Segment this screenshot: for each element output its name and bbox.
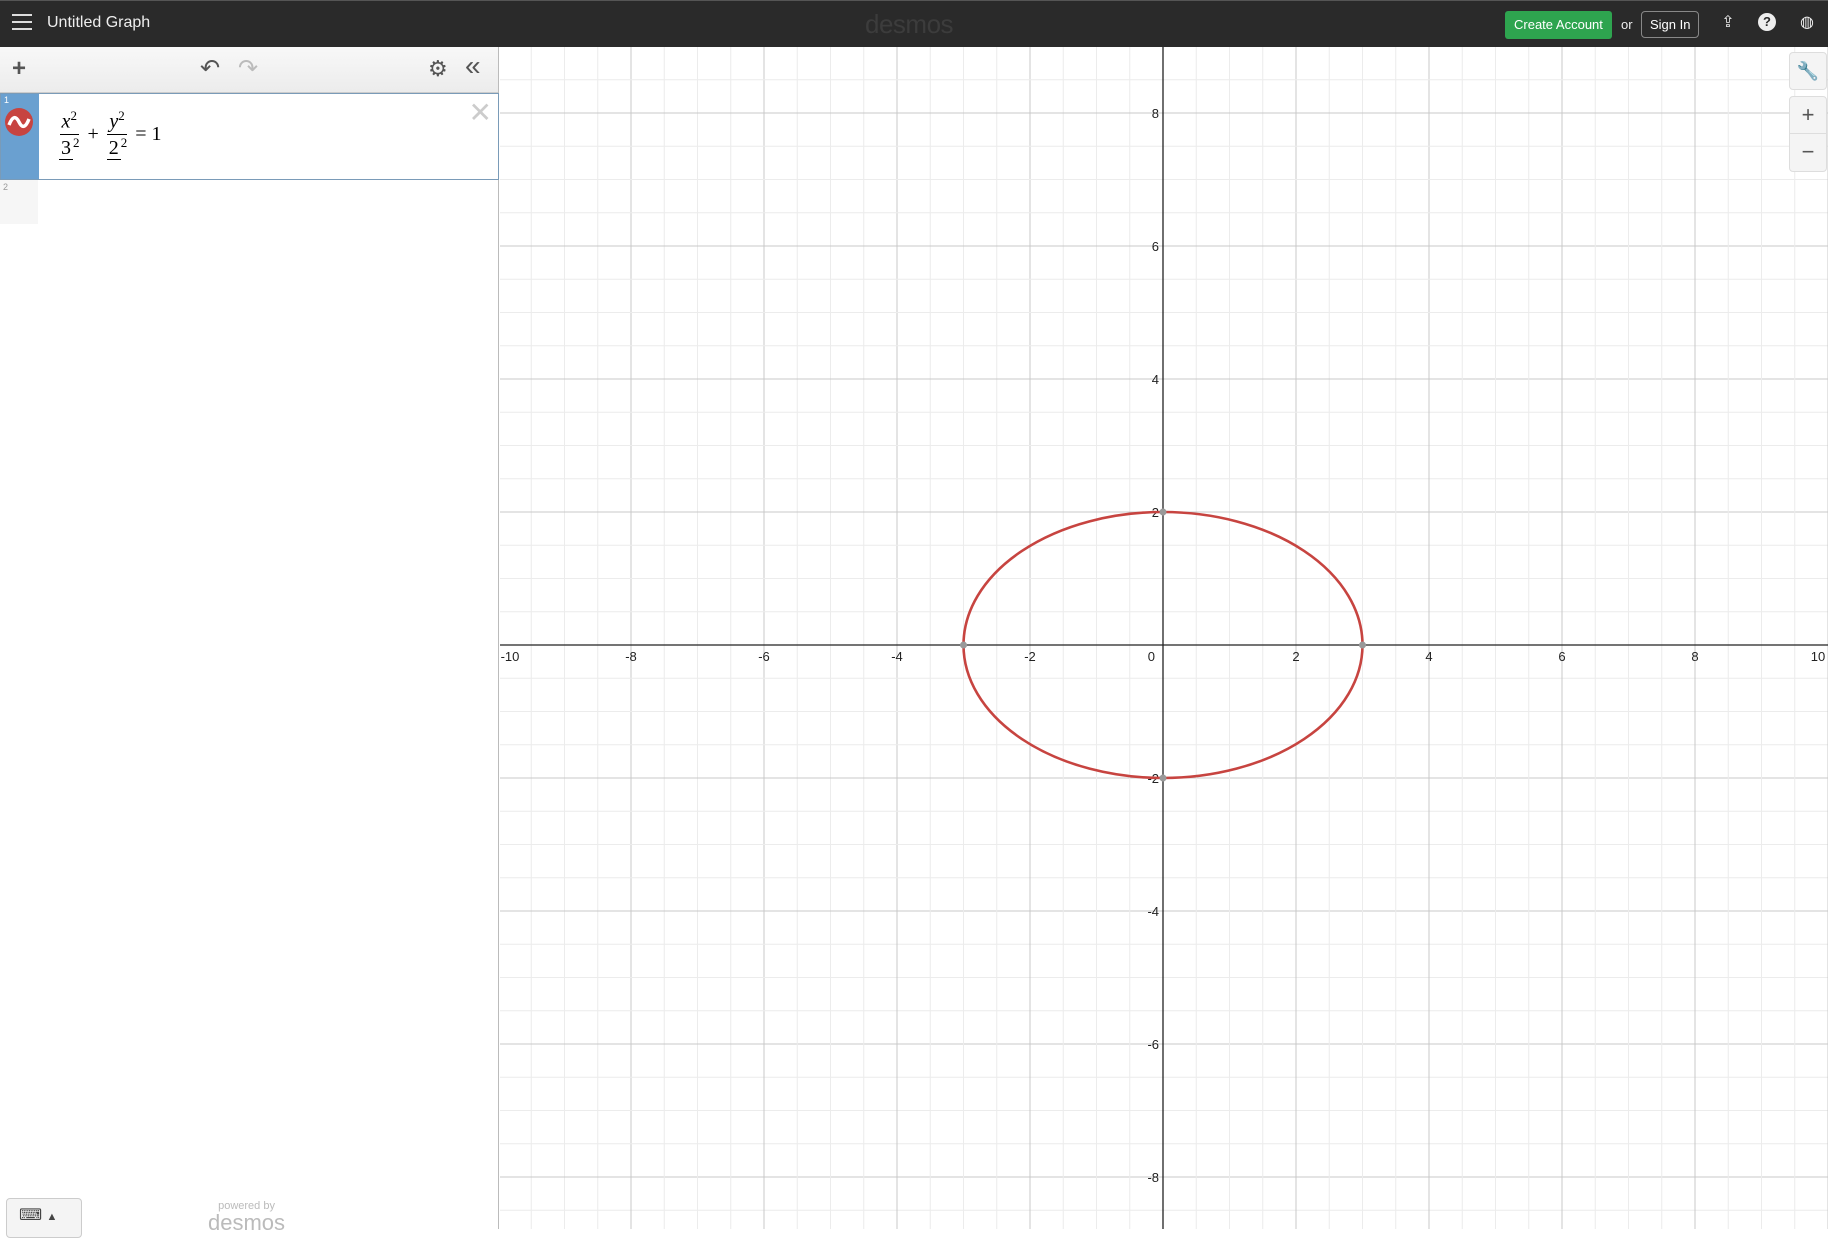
point-of-interest bbox=[1159, 774, 1167, 782]
fraction-y: y2 2 2 bbox=[106, 108, 128, 161]
undo-button[interactable]: ↶ bbox=[200, 56, 220, 82]
y-tick-label: -4 bbox=[1147, 904, 1159, 919]
x-tick-label: 8 bbox=[1691, 649, 1698, 664]
fraction-x: x2 3 2 bbox=[59, 108, 80, 161]
exponent: 2 bbox=[120, 134, 128, 150]
denominator: 2 bbox=[106, 137, 121, 161]
y-tick-label: -6 bbox=[1147, 1037, 1159, 1052]
x-tick-label: 4 bbox=[1425, 649, 1432, 664]
y-tick-label: 8 bbox=[1152, 106, 1159, 121]
x-tick-label: -10 bbox=[501, 649, 520, 664]
x-tick-label: 2 bbox=[1292, 649, 1299, 664]
settings-gear-icon[interactable]: ⚙ bbox=[428, 56, 448, 82]
globe-icon[interactable]: ◍ bbox=[1797, 13, 1817, 33]
var-y: y bbox=[109, 110, 119, 133]
add-expression-button[interactable]: + bbox=[12, 56, 26, 82]
plus-sign: + bbox=[87, 122, 99, 145]
menu-icon[interactable] bbox=[12, 14, 32, 30]
point-of-interest bbox=[1359, 641, 1366, 649]
expression-toolbar: + ↶ ↷ ⚙ « bbox=[0, 47, 498, 93]
expression-panel: + ↶ ↷ ⚙ « 1 x2 3 2 + y2 2 2 = 1 ✕ 2 ⌨ ▲ powe… bbox=[0, 47, 499, 1238]
keyboard-icon: ⌨ bbox=[19, 1207, 43, 1224]
y-tick-label: 6 bbox=[1152, 239, 1159, 254]
denominator: 3 bbox=[59, 137, 73, 161]
sign-in-button[interactable]: Sign In bbox=[1641, 11, 1700, 38]
share-icon[interactable]: ⇪ bbox=[1718, 13, 1738, 33]
zoom-out-button[interactable]: − bbox=[1790, 134, 1826, 170]
exponent: 2 bbox=[73, 134, 80, 150]
x-tick-label: -4 bbox=[891, 649, 903, 664]
create-account-button[interactable]: Create Account bbox=[1505, 11, 1612, 39]
y-tick-label: -8 bbox=[1147, 1170, 1159, 1185]
x-tick-label: -6 bbox=[758, 649, 770, 664]
expression-row[interactable]: 1 x2 3 2 + y2 2 2 = 1 ✕ bbox=[0, 93, 499, 180]
point-of-interest bbox=[960, 641, 967, 649]
keyboard-toggle-button[interactable]: ⌨ ▲ bbox=[6, 1198, 82, 1238]
expression-sidebar: 1 bbox=[1, 94, 39, 179]
collapse-panel-button[interactable]: « bbox=[465, 52, 481, 80]
equals-one: = 1 bbox=[135, 122, 162, 145]
powered-by-brand: desmos bbox=[208, 1210, 286, 1235]
or-label: or bbox=[1621, 17, 1633, 32]
graph-color-toggle-icon[interactable] bbox=[5, 108, 33, 136]
zoom-controls: + − bbox=[1789, 96, 1827, 172]
x-tick-label: 6 bbox=[1558, 649, 1565, 664]
x-tick-label: 10 bbox=[1811, 649, 1825, 664]
y-tick-label: 4 bbox=[1152, 372, 1159, 387]
graph-canvas[interactable]: -10 -8 -6 -4 -2 0 2 4 6 8 10-8-6-4-22468 bbox=[500, 47, 1828, 1229]
caret-up-icon: ▲ bbox=[46, 1211, 58, 1223]
redo-button[interactable]: ↷ bbox=[238, 56, 258, 82]
x-tick-label: -8 bbox=[625, 649, 637, 664]
exponent: 2 bbox=[70, 108, 77, 123]
delete-expression-icon[interactable]: ✕ bbox=[469, 96, 492, 129]
graph-settings-wrench-icon[interactable]: 🔧 bbox=[1789, 52, 1827, 90]
x-tick-label: -2 bbox=[1024, 649, 1036, 664]
top-bar: Untitled Graph desmos Create Account or … bbox=[0, 0, 1828, 47]
zoom-in-button[interactable]: + bbox=[1790, 97, 1826, 134]
graph-title[interactable]: Untitled Graph bbox=[47, 14, 150, 32]
point-of-interest bbox=[1159, 508, 1167, 516]
desmos-logo: desmos bbox=[865, 9, 954, 39]
expression-index: 1 bbox=[4, 95, 10, 105]
expression-math[interactable]: x2 3 2 + y2 2 2 = 1 bbox=[59, 108, 162, 161]
x-tick-label: 0 bbox=[1148, 649, 1155, 664]
expression-index: 2 bbox=[3, 182, 9, 192]
exponent: 2 bbox=[118, 108, 125, 123]
help-icon[interactable]: ? bbox=[1758, 13, 1776, 31]
